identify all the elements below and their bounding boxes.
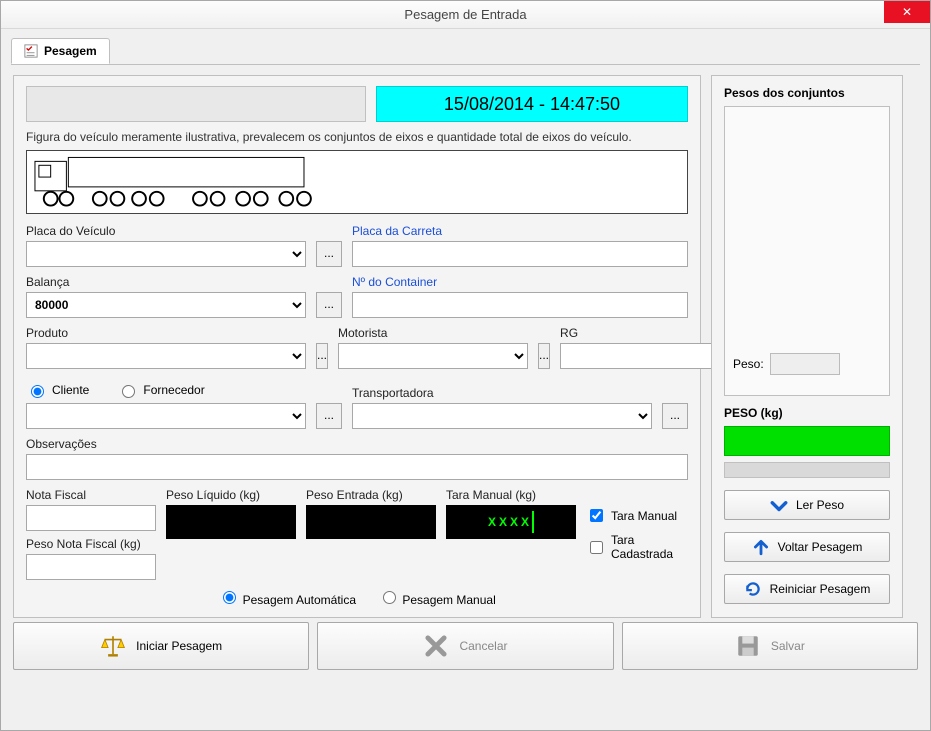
- iniciar-pesagem-button[interactable]: Iniciar Pesagem: [13, 622, 309, 670]
- transportadora-select[interactable]: [352, 403, 652, 429]
- peso-entrada-display: [306, 505, 436, 539]
- produto-browse[interactable]: ...: [316, 343, 328, 369]
- checklist-icon: [24, 44, 38, 58]
- placa-veiculo-browse[interactable]: ...: [316, 241, 342, 267]
- observacoes-input[interactable]: [26, 454, 688, 480]
- motorista-select[interactable]: [338, 343, 528, 369]
- radio-fornecedor[interactable]: Fornecedor: [117, 382, 204, 398]
- window: Pesagem de Entrada ✕ Pesagem 15/08/2014 …: [0, 0, 931, 731]
- produto-select[interactable]: [26, 343, 306, 369]
- illustration-note: Figura do veículo meramente ilustrativa,…: [26, 130, 688, 144]
- tara-manual-input[interactable]: XXXX: [446, 505, 576, 539]
- cancel-icon: [423, 633, 449, 659]
- peso-liquido-display: [166, 505, 296, 539]
- refresh-icon: [744, 580, 762, 598]
- placa-carreta-input[interactable]: [352, 241, 688, 267]
- placa-veiculo-select[interactable]: [26, 241, 306, 267]
- check-down-icon: [770, 496, 788, 514]
- motorista-browse[interactable]: ...: [538, 343, 550, 369]
- label-transportadora: Transportadora: [352, 386, 652, 400]
- close-icon: ✕: [902, 5, 912, 19]
- footer: Iniciar Pesagem Cancelar Salvar: [1, 622, 930, 680]
- datetime-display: 15/08/2014 - 14:47:50: [376, 86, 688, 122]
- cancelar-button[interactable]: Cancelar: [317, 622, 613, 670]
- side-panel: Pesos dos conjuntos Peso: PESO (kg) Ler …: [711, 75, 903, 618]
- tab-strip: Pesagem: [11, 37, 920, 65]
- label-peso-liquido: Peso Líquido (kg): [166, 488, 296, 502]
- label-peso-kg: PESO (kg): [724, 406, 890, 420]
- conjuntos-box: Peso:: [724, 106, 890, 396]
- ler-peso-button[interactable]: Ler Peso: [724, 490, 890, 520]
- peso-progress: [724, 462, 890, 478]
- close-button[interactable]: ✕: [884, 1, 930, 23]
- label-tara-manual: Tara Manual (kg): [446, 488, 576, 502]
- label-placa-veiculo: Placa do Veículo: [26, 224, 306, 238]
- label-peso: Peso:: [733, 357, 764, 371]
- reiniciar-pesagem-button[interactable]: Reiniciar Pesagem: [724, 574, 890, 604]
- cliente-browse[interactable]: ...: [316, 403, 342, 429]
- label-motorista: Motorista: [338, 326, 528, 340]
- voltar-pesagem-button[interactable]: Voltar Pesagem: [724, 532, 890, 562]
- window-title: Pesagem de Entrada: [404, 7, 526, 22]
- label-placa-carreta: Placa da Carreta: [352, 224, 688, 238]
- nota-fiscal-input[interactable]: [26, 505, 156, 531]
- save-icon: [735, 633, 761, 659]
- label-rg: RG: [560, 326, 725, 340]
- vehicle-illustration: [26, 150, 688, 214]
- salvar-button[interactable]: Salvar: [622, 622, 918, 670]
- balanca-select[interactable]: 80000: [26, 292, 306, 318]
- titlebar: Pesagem de Entrada ✕: [1, 1, 930, 29]
- radio-pesagem-auto[interactable]: Pesagem Automática: [218, 588, 356, 607]
- peso-nf-input[interactable]: [26, 554, 156, 580]
- tab-pesagem[interactable]: Pesagem: [11, 38, 110, 64]
- label-produto: Produto: [26, 326, 306, 340]
- rg-input[interactable]: [560, 343, 725, 369]
- arrow-up-icon: [752, 538, 770, 556]
- transportadora-browse[interactable]: ...: [662, 403, 688, 429]
- truck-icon: [33, 153, 681, 209]
- label-num-container: Nº do Container: [352, 275, 688, 289]
- peso-live-display: [724, 426, 890, 456]
- main-panel: 15/08/2014 - 14:47:50 Figura do veículo …: [13, 75, 701, 618]
- label-pesos-conjuntos: Pesos dos conjuntos: [724, 86, 890, 100]
- label-peso-entrada: Peso Entrada (kg): [306, 488, 436, 502]
- label-balanca: Balança: [26, 275, 306, 289]
- tab-label: Pesagem: [44, 44, 97, 58]
- radio-pesagem-manual[interactable]: Pesagem Manual: [378, 588, 496, 607]
- chk-tara-cadastrada[interactable]: Tara Cadastrada: [586, 533, 688, 561]
- num-container-input[interactable]: [352, 292, 688, 318]
- label-observacoes: Observações: [26, 437, 688, 451]
- peso-conjunto-value: [770, 353, 840, 375]
- info-box: [26, 86, 366, 122]
- cliente-fornecedor-select[interactable]: [26, 403, 306, 429]
- label-peso-nf: Peso Nota Fiscal (kg): [26, 537, 156, 551]
- radio-cliente[interactable]: Cliente: [26, 382, 89, 398]
- balanca-browse[interactable]: ...: [316, 292, 342, 318]
- scale-icon: [100, 633, 126, 659]
- label-nota-fiscal: Nota Fiscal: [26, 488, 156, 502]
- chk-tara-manual[interactable]: Tara Manual: [586, 506, 688, 525]
